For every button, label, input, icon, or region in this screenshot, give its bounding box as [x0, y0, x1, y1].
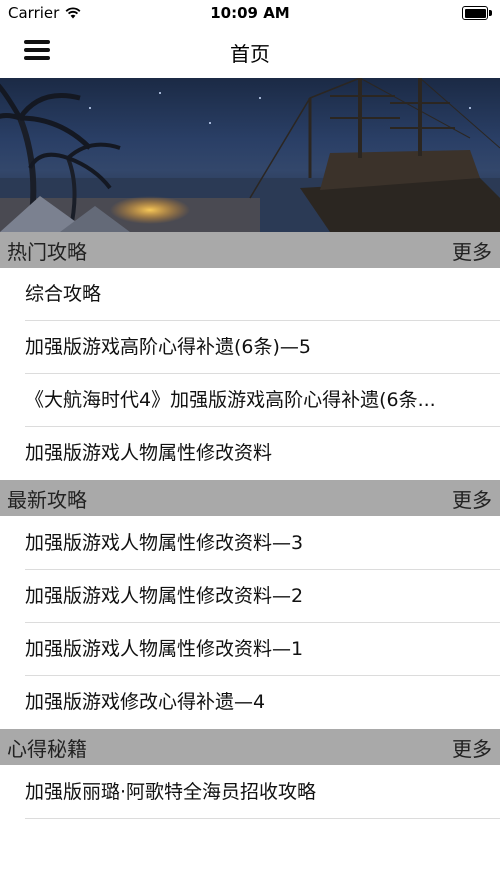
section-header-latest-guides: 最新攻略 更多: [0, 480, 500, 516]
more-link[interactable]: 更多: [452, 733, 492, 762]
list-item[interactable]: 加强版游戏人物属性修改资料: [0, 427, 500, 480]
section-title: 心得秘籍: [7, 736, 87, 761]
more-link[interactable]: 更多: [452, 484, 492, 513]
battery-icon: [462, 6, 492, 20]
list-item-label: 加强版游戏人物属性修改资料: [25, 442, 273, 464]
list-item[interactable]: 《大航海时代4》加强版游戏高阶心得补遗(6条...: [0, 374, 500, 427]
more-link[interactable]: 更多: [452, 236, 492, 265]
status-time: 10:09 AM: [210, 4, 290, 22]
list-item[interactable]: 加强版游戏人物属性修改资料—2: [0, 570, 500, 623]
section-header-hot-guides: 热门攻略 更多: [0, 232, 500, 268]
list-item-label: 加强版游戏人物属性修改资料—1: [25, 638, 304, 660]
section-header-tips: 心得秘籍 更多: [0, 729, 500, 765]
banner-carousel[interactable]: [0, 78, 500, 232]
page-title: 首页: [230, 42, 270, 66]
banner-image: [0, 78, 500, 232]
list-item[interactable]: 加强版游戏修改心得补遗—4: [0, 676, 500, 729]
list-item-label: 加强版游戏高阶心得补遗(6条)—5: [25, 336, 312, 358]
list-item-label: 加强版游戏修改心得补遗—4: [25, 691, 266, 713]
navigation-bar: 首页: [0, 26, 500, 78]
section-title: 热门攻略: [7, 239, 87, 264]
list-item-label: 加强版丽璐·阿歌特全海员招收攻略: [25, 781, 317, 803]
list-item[interactable]: 加强版游戏人物属性修改资料—3: [0, 517, 500, 570]
list-item[interactable]: 加强版游戏高阶心得补遗(6条)—5: [0, 321, 500, 374]
list-item-label: 《大航海时代4》加强版游戏高阶心得补遗(6条...: [25, 389, 436, 411]
list-item[interactable]: 综合攻略: [0, 268, 500, 321]
list-item[interactable]: 加强版游戏人物属性修改资料—1: [0, 623, 500, 676]
list-item-label: 综合攻略: [25, 283, 102, 305]
section-title: 最新攻略: [7, 487, 87, 512]
list-item-label: 加强版游戏人物属性修改资料—2: [25, 585, 304, 607]
list-item-label: 加强版游戏人物属性修改资料—3: [25, 532, 304, 554]
status-bar: Carrier 10:09 AM: [0, 0, 500, 26]
list-item[interactable]: 加强版丽璐·阿歌特全海员招收攻略: [0, 766, 500, 819]
divider: [25, 818, 500, 819]
